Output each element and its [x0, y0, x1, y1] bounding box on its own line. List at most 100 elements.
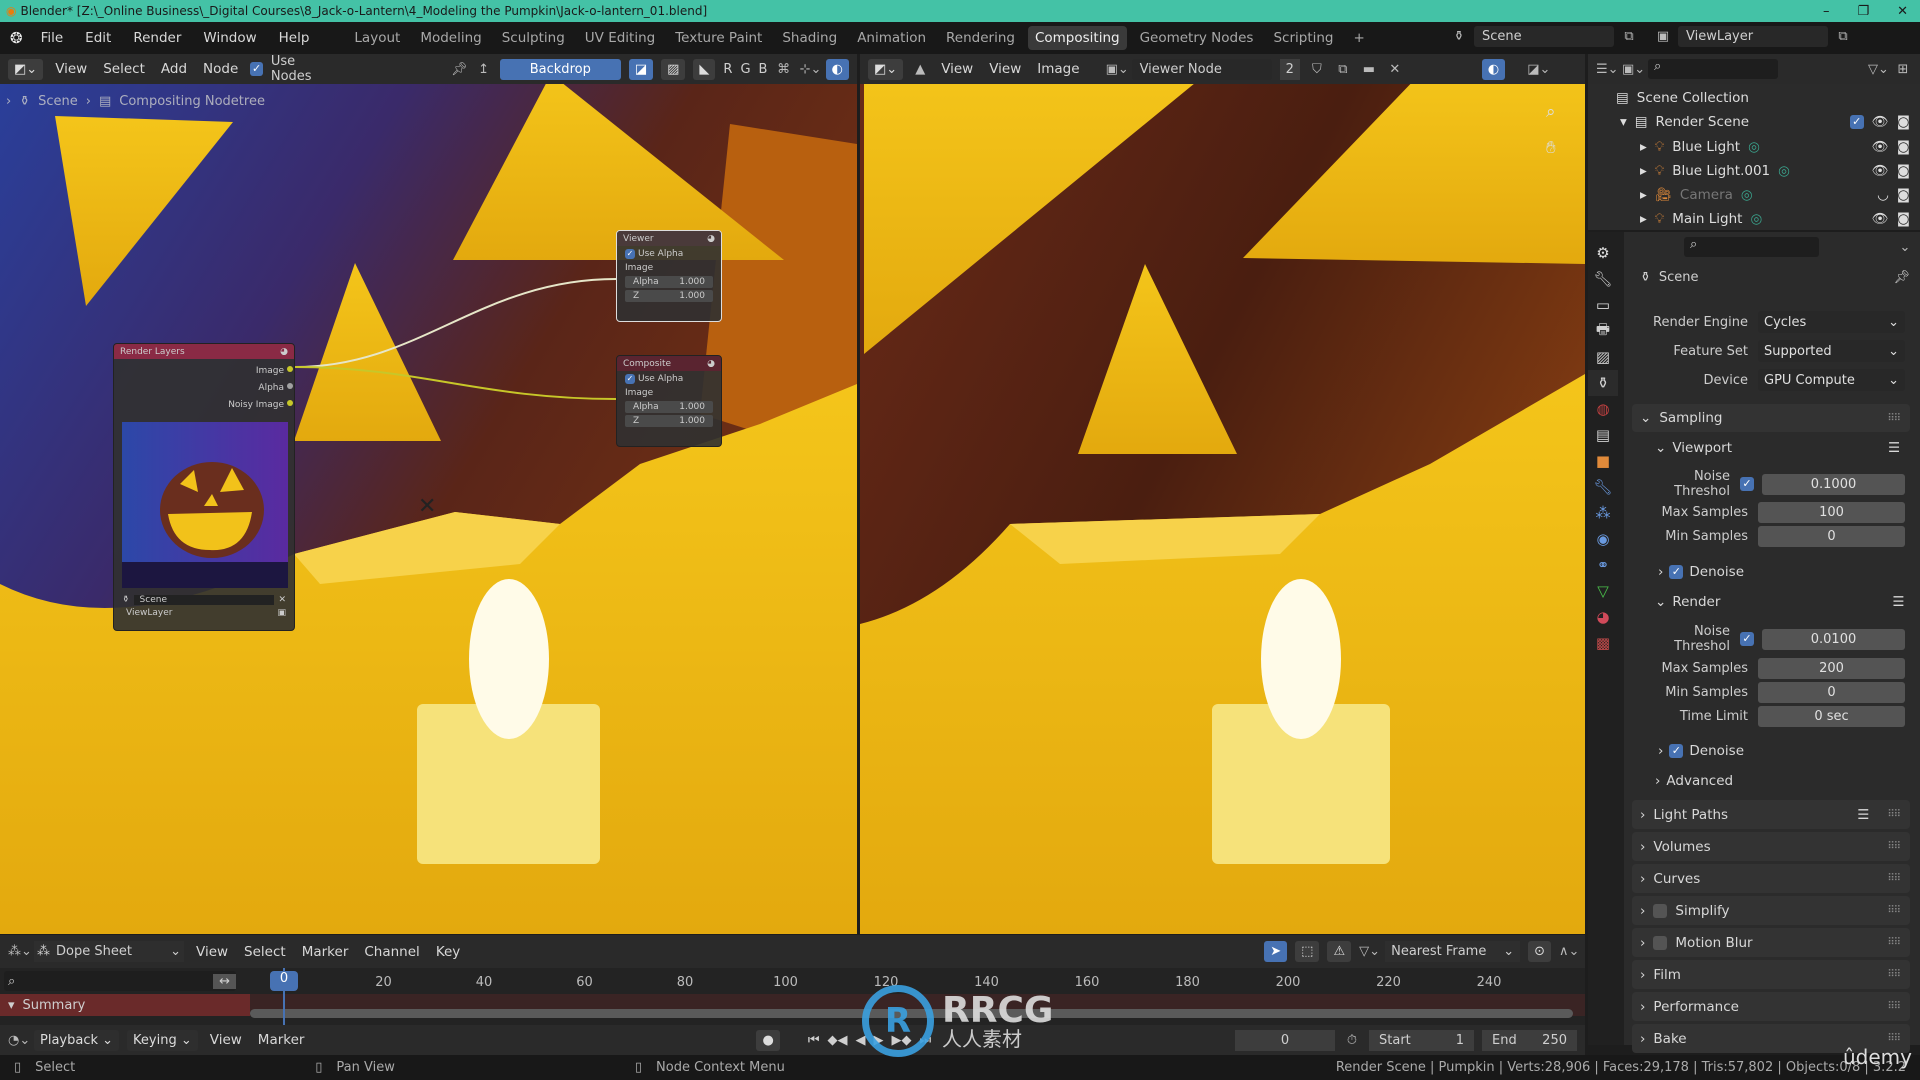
snap-icon[interactable]: ⊹⌄ [800, 62, 822, 77]
advanced-subpanel[interactable]: › Advanced [1655, 773, 1733, 789]
tab-sculpting[interactable]: Sculpting [495, 26, 572, 50]
device-dropdown[interactable]: GPU Compute ⌄ [1758, 369, 1905, 391]
viewport-noise-threshold-field[interactable]: 0.1000 [1762, 473, 1905, 495]
visibility-eye-icon[interactable]: 👁︎ [1872, 211, 1889, 227]
render-tab-icon[interactable]: ▭ [1588, 292, 1618, 318]
current-frame-badge[interactable]: 0 [270, 971, 298, 991]
outliner-scene-collection[interactable]: ▤ Scene Collection [1616, 87, 1749, 109]
node-menu-view[interactable]: View [51, 58, 91, 80]
breadcrumb-scene[interactable]: Scene [38, 94, 78, 109]
image-menu-image[interactable]: Image [1033, 58, 1083, 80]
channel-g[interactable]: G [740, 62, 750, 77]
composite-node[interactable]: Composite ◕ ✓ Use Alpha Image Alpha 1.000 Z… [616, 355, 722, 447]
dopesheet-menu-channel[interactable]: Channel [360, 941, 423, 963]
editor-type-icon[interactable]: ◩⌄ [868, 58, 904, 80]
tab-animation[interactable]: Animation [850, 26, 933, 50]
visibility-eye-icon[interactable]: 👁︎ [1872, 114, 1889, 130]
timeline-menu-view[interactable]: View [206, 1029, 246, 1051]
render-subpanel-header[interactable]: ⌄ Render ☰ [1655, 594, 1904, 610]
texture-tab-icon[interactable]: ▩ [1588, 630, 1618, 656]
exclude-checkbox[interactable]: ✓ [1849, 115, 1864, 129]
editor-type-icon[interactable]: ⁂⌄ [8, 944, 32, 959]
tool-tab-icon[interactable]: 🔧︎ [1588, 266, 1618, 292]
outliner-item[interactable]: ▸ 🎥︎ Camera ◎ ◡ ◙ [1640, 184, 1910, 206]
properties-editor-type-icon[interactable]: ⚙ [1588, 240, 1618, 266]
channel-search-input[interactable]: ⌕ ↔ [4, 971, 236, 991]
tab-rendering[interactable]: Rendering [939, 26, 1022, 50]
node-preview-icon[interactable]: ◕ [280, 347, 288, 357]
channel-r[interactable]: R [723, 62, 732, 77]
blender-menu-icon[interactable]: ❂ [10, 29, 23, 47]
render-camera-icon[interactable]: ◙ [1897, 211, 1910, 227]
new-viewlayer-icon[interactable]: ⧉ [1834, 29, 1852, 44]
view-mode-dropdown[interactable]: View [937, 58, 977, 80]
z-field[interactable]: Z 1.000 [625, 415, 713, 427]
auto-keying-icon[interactable]: ● [756, 1029, 780, 1051]
viewport-subpanel-header[interactable]: ⌄ Viewport ☰ [1655, 440, 1900, 456]
menu-render[interactable]: Render [129, 27, 185, 49]
tab-geometry-nodes[interactable]: Geometry Nodes [1133, 26, 1261, 50]
world-tab-icon[interactable]: ◍ [1588, 396, 1618, 422]
backdrop-color-icon[interactable]: ▨ [661, 58, 686, 80]
render-layer-icon[interactable]: ▣ [277, 608, 286, 618]
panel-simplify[interactable]: › Simplify ⠿⠿ [1632, 896, 1910, 925]
panel-checkbox[interactable] [1653, 903, 1668, 918]
panel-performance[interactable]: › Performance ⠿⠿ [1632, 992, 1910, 1021]
scene-selector[interactable]: Scene [1474, 26, 1614, 47]
editor-type-icon[interactable]: ◩⌄ [8, 58, 44, 80]
viewport-noise-threshold-checkbox[interactable]: ✓ [1740, 477, 1754, 491]
panel-curves[interactable]: › Curves ⠿⠿ [1632, 864, 1910, 893]
particles-tab-icon[interactable]: ⁂ [1588, 500, 1618, 526]
collection-tab-icon[interactable]: ▤ [1588, 422, 1618, 448]
render-denoise-subpanel[interactable]: › ✓ Denoise [1658, 743, 1744, 759]
render-camera-icon[interactable]: ◙ [1897, 163, 1910, 179]
physics-tab-icon[interactable]: ◉ [1588, 526, 1618, 552]
data-tab-icon[interactable]: ▽ [1588, 578, 1618, 604]
dopesheet-mode-dropdown[interactable]: ⁂ Dope Sheet ⌄ [34, 941, 184, 962]
outliner-search-input[interactable]: ⌕ [1648, 59, 1778, 79]
render-max-samples-field[interactable]: 200 [1758, 657, 1905, 679]
parent-tree-icon[interactable]: ↥ [476, 62, 492, 77]
backdrop-color-alpha-icon[interactable]: ◪ [628, 58, 654, 80]
outliner-display-mode-icon[interactable]: ☰⌄ [1596, 62, 1619, 77]
visibility-eye-icon[interactable]: 👁︎ [1872, 163, 1889, 179]
feature-set-dropdown[interactable]: Supported ⌄ [1758, 340, 1905, 362]
menu-file[interactable]: File [37, 27, 68, 49]
image-users-count[interactable]: 2 [1279, 58, 1300, 80]
render-camera-icon[interactable]: ◙ [1897, 114, 1910, 130]
panel-checkbox[interactable] [1653, 935, 1668, 950]
timeline-menu-marker[interactable]: Marker [254, 1029, 309, 1051]
node-menu-add[interactable]: Add [157, 58, 191, 80]
visibility-eye-icon[interactable]: ◡ [1877, 187, 1889, 203]
visibility-eye-icon[interactable]: 👁︎ [1872, 139, 1889, 155]
node-preview-icon[interactable]: ◕ [707, 234, 715, 244]
fake-user-icon[interactable]: ⛉ [1308, 62, 1326, 77]
tab-texture-paint[interactable]: Texture Paint [668, 26, 769, 50]
render-engine-dropdown[interactable]: Cycles ⌄ [1758, 311, 1905, 333]
alpha-field[interactable]: Alpha 1.000 [625, 401, 713, 413]
only-errors-icon[interactable]: ⚠ [1327, 941, 1352, 962]
node-menu-select[interactable]: Select [99, 58, 149, 80]
viewport-denoise-subpanel[interactable]: › ✓ Denoise [1658, 564, 1744, 580]
render-layers-viewlayer-field[interactable]: ViewLayer [122, 608, 273, 618]
image-browse-icon[interactable]: ▣⌄ [1106, 62, 1129, 77]
render-layers-node[interactable]: Render Layers ◕ Image Alpha Noisy Image ⚱… [113, 343, 295, 631]
jump-start-icon[interactable]: ⏮ [808, 1033, 820, 1048]
render-camera-icon[interactable]: ◙ [1897, 139, 1910, 155]
pin-icon[interactable]: 📌︎ [451, 62, 468, 77]
render-noise-threshold-checkbox[interactable]: ✓ [1740, 632, 1754, 646]
z-field[interactable]: Z 1.000 [625, 290, 713, 302]
menu-window[interactable]: Window [199, 27, 260, 49]
dopesheet-menu-key[interactable]: Key [432, 941, 464, 963]
use-alpha-checkbox[interactable]: ✓ [625, 249, 635, 259]
show-hidden-icon[interactable]: ⬚ [1295, 941, 1320, 962]
playback-menu[interactable]: Playback ⌄ [34, 1029, 120, 1051]
viewer-node[interactable]: Viewer ◕ ✓ Use Alpha Image Alpha 1.000 Z 1.0… [616, 230, 722, 322]
use-nodes-checkbox[interactable]: ✓ [250, 62, 263, 76]
prev-keyframe-icon[interactable]: ◆◀ [828, 1033, 848, 1048]
maximize-button[interactable]: ❐ [1857, 4, 1869, 19]
editor-type-icon[interactable]: ◔⌄ [8, 1033, 30, 1048]
sampling-panel-header[interactable]: ⌄ Sampling ⠿⠿ [1632, 404, 1910, 432]
outliner-render-scene[interactable]: ▾ ▤ Render Scene ✓ 👁︎ ◙ [1620, 111, 1910, 133]
pin-icon[interactable]: 📌︎ [1893, 270, 1910, 285]
